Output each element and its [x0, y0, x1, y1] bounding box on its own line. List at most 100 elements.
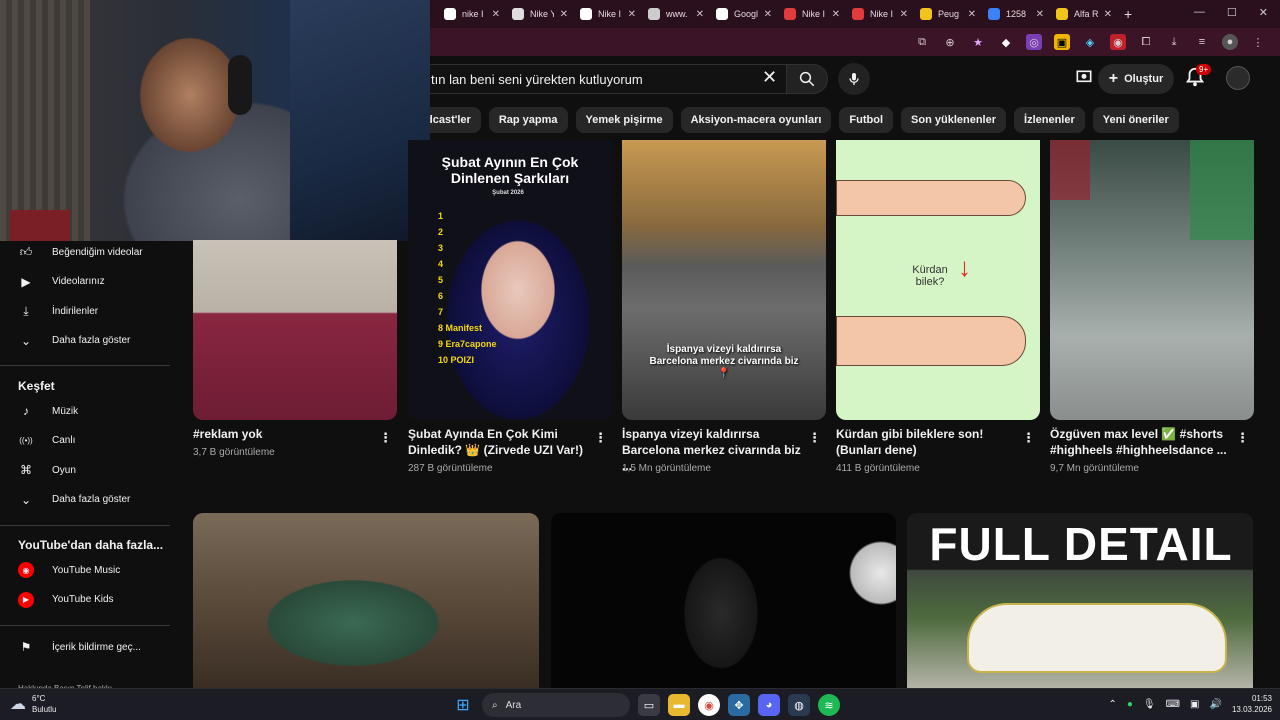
close-tab-icon[interactable]: ✕ — [1036, 9, 1044, 20]
settings-app-icon[interactable]: ✥ — [728, 694, 750, 716]
video-thumbnail[interactable] — [193, 513, 539, 688]
video-thumbnail[interactable]: Şubat Ayının En Çok Dinlenen Şarkıları Ş… — [408, 140, 612, 420]
file-explorer-icon[interactable]: ▬ — [668, 694, 690, 716]
close-window-icon[interactable]: ✕ — [1259, 6, 1268, 19]
video-thumbnail[interactable] — [1050, 140, 1254, 420]
filter-chip[interactable]: Rap yapma — [488, 107, 568, 133]
video-card[interactable]: #reklam yok 3,7 B görüntüleme ⋮ — [193, 140, 397, 470]
chrome-icon[interactable]: ◉ — [698, 694, 720, 716]
video-card[interactable]: Özgüven max level ✅ #shorts #highheels #h… — [1050, 140, 1254, 474]
close-tab-icon[interactable]: ✕ — [764, 9, 772, 20]
close-tab-icon[interactable]: ✕ — [900, 9, 908, 20]
maximize-icon[interactable]: ☐ — [1227, 6, 1237, 19]
filter-chip[interactable]: Son yüklenenler — [901, 107, 1007, 133]
video-thumbnail[interactable]: FULL DETAIL — [907, 513, 1253, 688]
media-icon[interactable]: ≡ — [1194, 34, 1210, 50]
video-card[interactable]: Şubat Ayının En Çok Dinlenen Şarkıları Ş… — [408, 140, 612, 474]
sidebar-item[interactable]: ⌄ Daha fazla göster — [0, 486, 180, 514]
steam-icon[interactable]: ◍ — [788, 694, 810, 716]
search-input[interactable]: tın lan beni seni yürekten kutluyorum — [420, 64, 786, 94]
close-tab-icon[interactable]: ✕ — [1104, 9, 1112, 20]
sidebar-item[interactable]: ⚑ İçerik bildirme geç... — [0, 633, 180, 661]
browser-tab[interactable]: Googl ✕ — [710, 3, 778, 25]
browser-tab[interactable]: Nike I ✕ — [846, 3, 914, 25]
extension-icon[interactable]: ◈ — [1082, 34, 1098, 50]
clear-search-icon[interactable]: ✕ — [762, 67, 777, 88]
extension-icon[interactable]: ▣ — [1054, 34, 1070, 50]
filter-chip[interactable]: Yeni öneriler — [1092, 107, 1179, 133]
weather-widget[interactable]: ☁ 6°C Bulutlu — [10, 693, 56, 715]
video-thumbnail[interactable]: İspanya vizeyi kaldırırsa Barcelona merk… — [622, 140, 826, 420]
more-options-icon[interactable]: ⋮ — [594, 430, 607, 446]
video-title[interactable]: Şubat Ayında En Çok Kimi Dinledik? 👑 (Zir… — [408, 426, 590, 458]
extension-icon[interactable]: ◎ — [1026, 34, 1042, 50]
browser-tab[interactable]: Nike I ✕ — [574, 3, 642, 25]
bookmark-star-icon[interactable]: ★ — [970, 34, 986, 50]
create-button[interactable]: + Oluştur — [1098, 64, 1174, 94]
extension-icon[interactable]: ◉ — [1110, 34, 1126, 50]
browser-tab[interactable]: Nike I ✕ — [778, 3, 846, 25]
sidebar-item[interactable]: ♪ Müzik — [0, 397, 180, 425]
close-tab-icon[interactable]: ✕ — [628, 9, 636, 20]
profile-icon[interactable]: ● — [1222, 34, 1238, 50]
browser-tab[interactable]: www. ✕ — [642, 3, 710, 25]
keyboard-icon[interactable]: ⌨ — [1166, 699, 1180, 710]
close-tab-icon[interactable]: ✕ — [832, 9, 840, 20]
video-title[interactable]: Kürdan gibi bileklere son! (Bunları dene) — [836, 426, 1018, 458]
browser-tab[interactable]: Nike Y ✕ — [506, 3, 574, 25]
sidebar-item[interactable]: ⌄ Daha fazla göster — [0, 327, 180, 355]
video-thumbnail[interactable]: Kürdan bilek? ↓ — [836, 140, 1040, 420]
video-thumbnail[interactable] — [551, 513, 896, 688]
task-view-icon[interactable]: ▭ — [638, 694, 660, 716]
more-options-icon[interactable]: ⋮ — [379, 430, 392, 446]
spotify-icon[interactable]: ≋ — [818, 694, 840, 716]
install-app-icon[interactable]: ⧉ — [914, 34, 930, 50]
voice-search-button[interactable] — [838, 63, 870, 95]
taskbar-search[interactable]: ⌕ Ara — [482, 693, 630, 717]
video-card[interactable]: İspanya vizeyi kaldırırsa Barcelona merk… — [622, 140, 826, 474]
more-options-icon[interactable]: ⋮ — [1022, 430, 1035, 446]
more-options-icon[interactable]: ⋮ — [1236, 430, 1249, 446]
sidebar-item[interactable]: 👍︎ Beğendiğim videolar — [0, 238, 180, 266]
browser-tab[interactable]: Alfa R ✕ — [1050, 3, 1118, 25]
new-tab-button[interactable]: + — [1124, 6, 1132, 22]
microphone-icon[interactable]: 🎙 — [1143, 699, 1156, 710]
close-tab-icon[interactable]: ✕ — [696, 9, 704, 20]
more-options-icon[interactable]: ⋮ — [808, 430, 821, 446]
download-icon[interactable]: ⤓ — [1166, 34, 1182, 50]
sidebar-item[interactable]: ▶ Videolarınız — [0, 268, 180, 296]
avatar[interactable] — [1226, 66, 1250, 90]
clock[interactable]: 01:53 13.03.2026 — [1232, 693, 1272, 715]
volume-icon[interactable]: 🔊 — [1210, 699, 1222, 710]
monitor-icon[interactable]: ▣ — [1190, 699, 1199, 710]
chevron-up-icon[interactable]: ⌃ — [1108, 699, 1116, 710]
filter-chip[interactable]: İzlenenler — [1014, 107, 1085, 133]
filter-chip[interactable]: Futbol — [839, 107, 894, 133]
video-card[interactable]: Kürdan bilek? ↓ Kürdan gibi bileklere so… — [836, 140, 1040, 474]
search-button[interactable] — [786, 64, 828, 94]
menu-icon[interactable]: ⋮ — [1250, 34, 1266, 50]
sidebar-item[interactable]: ((•)) Canlı — [0, 427, 180, 455]
sidebar-item[interactable]: ⤓ İndirilenler — [0, 297, 180, 325]
video-title[interactable]: Özgüven max level ✅ #shorts #highheels #h… — [1050, 426, 1232, 458]
filter-chip[interactable]: Aksiyon-macera oyunları — [680, 107, 832, 133]
browser-tab[interactable]: Peug ✕ — [914, 3, 982, 25]
status-dot-icon[interactable]: ● — [1127, 699, 1133, 710]
sidebar-item[interactable]: ⌘ Oyun — [0, 456, 180, 484]
browser-tab[interactable]: nike I ✕ — [438, 3, 506, 25]
close-tab-icon[interactable]: ✕ — [560, 9, 568, 20]
puzzle-icon[interactable]: ⧠ — [1138, 34, 1154, 50]
start-menu-icon[interactable]: ⊞ — [452, 694, 474, 716]
browser-tab[interactable]: 1258 ✕ — [982, 3, 1050, 25]
sidebar-item[interactable]: ▶ YouTube Kids — [0, 586, 180, 614]
close-tab-icon[interactable]: ✕ — [968, 9, 976, 20]
zoom-icon[interactable]: ⊕ — [942, 34, 958, 50]
cast-icon[interactable] — [1074, 68, 1094, 88]
extension-icon[interactable]: ◆ — [998, 34, 1014, 50]
sidebar-item[interactable]: ◉ YouTube Music — [0, 556, 180, 584]
close-tab-icon[interactable]: ✕ — [492, 9, 500, 20]
discord-icon[interactable]: ◕ — [758, 694, 780, 716]
minimize-icon[interactable]: — — [1194, 6, 1205, 19]
filter-chip[interactable]: Yemek pişirme — [575, 107, 673, 133]
video-title[interactable]: #reklam yok — [193, 426, 373, 442]
